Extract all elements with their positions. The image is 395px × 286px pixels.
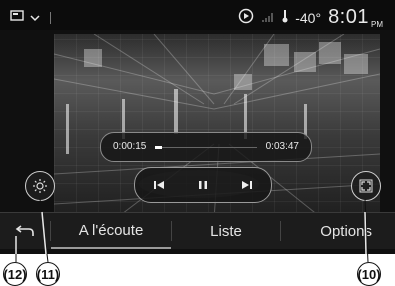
callout-10: (10) <box>357 262 381 286</box>
callout-12: (12) <box>3 262 27 286</box>
callout-11: (11) <box>36 262 60 286</box>
callout-leaders <box>15 198 369 263</box>
